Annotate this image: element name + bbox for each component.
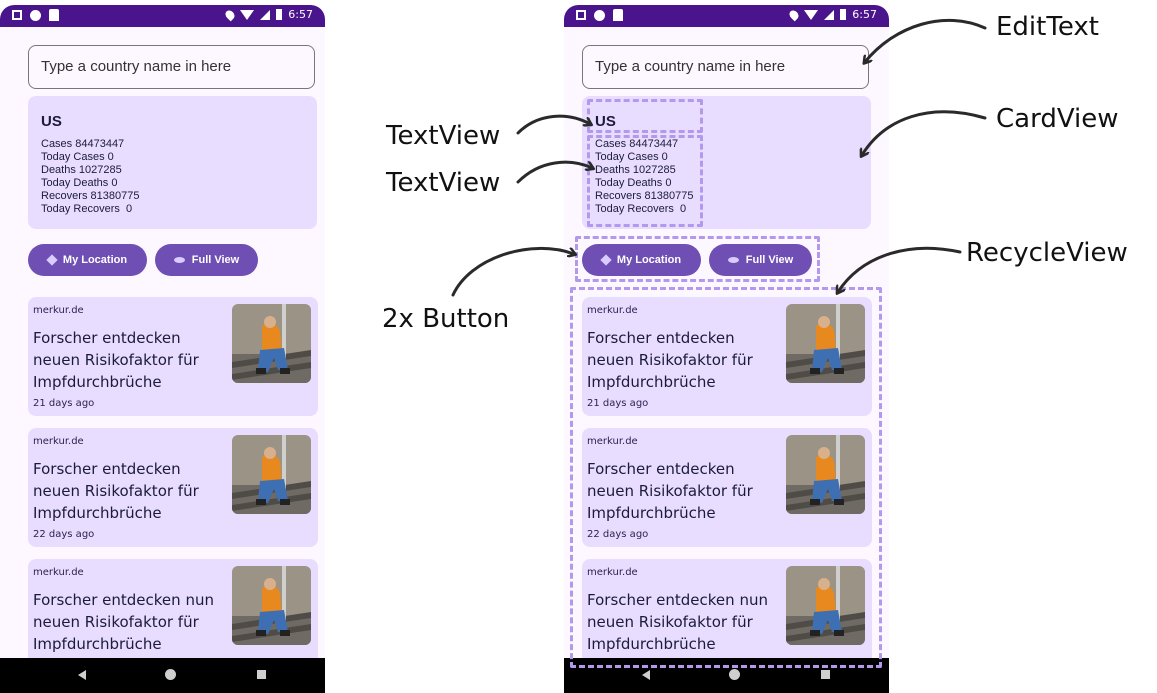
arrow-recycleview (838, 246, 962, 292)
arrow-edittext (865, 19, 987, 62)
arrow-cardview (862, 110, 987, 155)
arrow-textview-1 (516, 114, 590, 135)
arrow-buttons (451, 246, 574, 297)
annotation-arrows (451, 19, 987, 297)
arrow-textview-2 (516, 160, 592, 184)
